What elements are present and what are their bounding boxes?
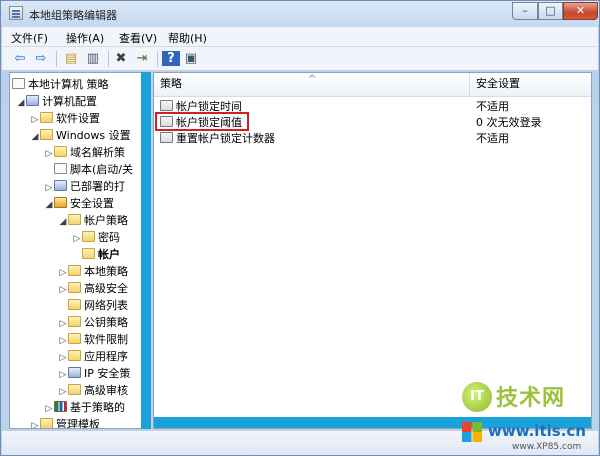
policy-setting-icon — [160, 100, 173, 111]
expand-icon[interactable]: ▷ — [44, 401, 54, 417]
folder-icon — [68, 316, 81, 327]
folder-icon — [68, 299, 81, 310]
folder-icon — [40, 418, 53, 428]
window-title: 本地组策略编辑器 — [29, 9, 117, 22]
tree-item-security-settings[interactable]: ◢ 安全设置 — [44, 196, 114, 212]
expand-icon[interactable]: ▷ — [30, 418, 40, 428]
close-button[interactable]: ✕ — [563, 2, 598, 20]
table-row[interactable]: 重置帐户锁定计数器 不适用 — [154, 131, 591, 147]
lock-folder-icon — [82, 231, 95, 242]
lock-folder-icon — [68, 214, 81, 225]
tree-item-account-policies[interactable]: ◢ 帐户策略 — [58, 213, 128, 229]
collapse-icon[interactable]: ◢ — [30, 129, 40, 145]
security-icon — [54, 197, 67, 208]
watermark: IT 技术网 www.itis.cn www.XP85.com — [462, 378, 600, 456]
tree-item-qos[interactable]: ▷ 基于策略的 — [44, 400, 125, 416]
highlight-annotation — [155, 112, 249, 131]
tree-item-network-list[interactable]: 网络列表 — [58, 298, 128, 314]
column-header-policy[interactable]: 策略 ^ — [154, 73, 470, 97]
properties-icon[interactable]: ▣ — [182, 50, 200, 68]
ip-security-icon — [68, 367, 81, 378]
expand-icon[interactable]: ▷ — [58, 316, 68, 332]
tree-item-scripts[interactable]: 脚本(启动/关 — [44, 162, 133, 178]
collapse-icon[interactable]: ◢ — [16, 95, 26, 111]
tree-item-printers[interactable]: ▷ 已部署的打 — [44, 179, 125, 195]
minimize-button[interactable]: – — [512, 2, 538, 20]
expand-icon[interactable]: ▷ — [58, 350, 68, 366]
back-arrow-icon[interactable]: ⇦ — [11, 50, 29, 68]
expand-icon[interactable]: ▷ — [58, 333, 68, 349]
tree-item-advanced-security[interactable]: ▷ 高级安全 — [58, 281, 128, 297]
folder-icon — [68, 384, 81, 395]
menu-help[interactable]: 帮助(H) — [168, 30, 207, 46]
toolbar-separator — [108, 51, 109, 67]
lock-folder-icon — [82, 248, 95, 259]
title-bar: 本地组策略编辑器 – □ ✕ — [1, 1, 599, 27]
tree-pane: 本地计算机 策略 ◢ 计算机配置 ▷ 软件设置 ◢ Windows 设置 ▷ 域名解析策… — [9, 72, 150, 429]
sort-ascending-icon: ^ — [308, 74, 317, 85]
forward-arrow-icon[interactable]: ⇨ — [32, 50, 50, 68]
tree-root[interactable]: 本地计算机 策略 — [12, 77, 109, 93]
menu-bar: 文件(F) 操作(A) 查看(V) 帮助(H) — [2, 27, 598, 47]
script-icon — [54, 163, 67, 174]
toolbar-separator — [157, 51, 158, 67]
expand-icon[interactable]: ▷ — [58, 384, 68, 400]
up-folder-icon[interactable]: ▤ — [62, 50, 80, 68]
menu-view[interactable]: 查看(V) — [119, 30, 157, 46]
expand-icon[interactable]: ▷ — [58, 265, 68, 281]
policy-setting-icon — [160, 132, 173, 143]
delete-icon[interactable]: ✖ — [112, 50, 130, 68]
export-icon[interactable]: ⇥ — [133, 50, 151, 68]
computer-icon — [26, 95, 39, 106]
tree-item-app-control[interactable]: ▷ 应用程序 — [58, 349, 128, 365]
tree-scrollbar[interactable] — [141, 72, 151, 429]
tree-item-software-settings[interactable]: ▷ 软件设置 — [30, 111, 100, 127]
toolbar-separator — [56, 51, 57, 67]
tree-item-local-policies[interactable]: ▷ 本地策略 — [58, 264, 128, 280]
chart-icon — [54, 401, 67, 412]
folder-icon — [68, 350, 81, 361]
tree-item-admin-templates[interactable]: ▷ 管理模板 — [30, 417, 100, 428]
folder-icon — [40, 112, 53, 123]
folder-icon — [40, 129, 53, 140]
expand-icon[interactable]: ▷ — [44, 146, 54, 162]
tree-item-ip-security[interactable]: ▷ IP 安全策 — [58, 366, 130, 382]
tree-item-windows-settings[interactable]: ◢ Windows 设置 — [30, 128, 131, 144]
collapse-icon[interactable]: ◢ — [44, 197, 54, 213]
toolbar: ⇦ ⇨ ▤ ▥ ✖ ⇥ ? ▣ — [2, 47, 598, 71]
folder-icon — [68, 333, 81, 344]
folder-icon — [54, 146, 67, 157]
watermark-logo-icon: IT — [462, 382, 492, 412]
windows-logo-icon — [462, 422, 482, 442]
tree-item-public-key[interactable]: ▷ 公钥策略 — [58, 315, 128, 331]
show-tree-icon[interactable]: ▥ — [84, 50, 102, 68]
policy-document-icon — [12, 78, 25, 89]
tree-item-account-lockout[interactable]: 帐户 — [72, 247, 120, 263]
expand-icon[interactable]: ▷ — [44, 180, 54, 196]
maximize-button[interactable]: □ — [538, 2, 563, 20]
column-header-security-setting[interactable]: 安全设置 — [470, 73, 591, 97]
expand-icon[interactable]: ▷ — [58, 367, 68, 383]
tree-item-password[interactable]: ▷ 密码 — [72, 230, 120, 246]
expand-icon[interactable]: ▷ — [58, 282, 68, 298]
collapse-icon[interactable]: ◢ — [58, 214, 68, 230]
details-pane: 策略 ^ 安全设置 帐户锁定时间 不适用 帐户锁定阈值 0 次无效登录 重置帐户… — [153, 72, 592, 429]
watermark-title: 技术网 — [496, 386, 566, 411]
printer-icon — [54, 180, 67, 191]
menu-file[interactable]: 文件(F) — [11, 30, 48, 46]
tree-item-software-restriction[interactable]: ▷ 软件限制 — [58, 332, 128, 348]
expand-icon[interactable]: ▷ — [30, 112, 40, 128]
watermark-url: www.itis.cn — [488, 422, 586, 440]
help-icon[interactable]: ? — [162, 51, 180, 66]
lock-folder-icon — [68, 265, 81, 276]
expand-icon[interactable]: ▷ — [72, 231, 82, 247]
folder-icon — [68, 282, 81, 293]
policy-editor-icon — [9, 6, 23, 20]
menu-action[interactable]: 操作(A) — [66, 30, 104, 46]
tree-item-computer-config[interactable]: ◢ 计算机配置 — [16, 94, 97, 110]
tree-item-dns[interactable]: ▷ 域名解析策 — [44, 145, 125, 161]
watermark-subtext: www.XP85.com — [512, 442, 582, 452]
tree-item-advanced-audit[interactable]: ▷ 高级审核 — [58, 383, 128, 399]
